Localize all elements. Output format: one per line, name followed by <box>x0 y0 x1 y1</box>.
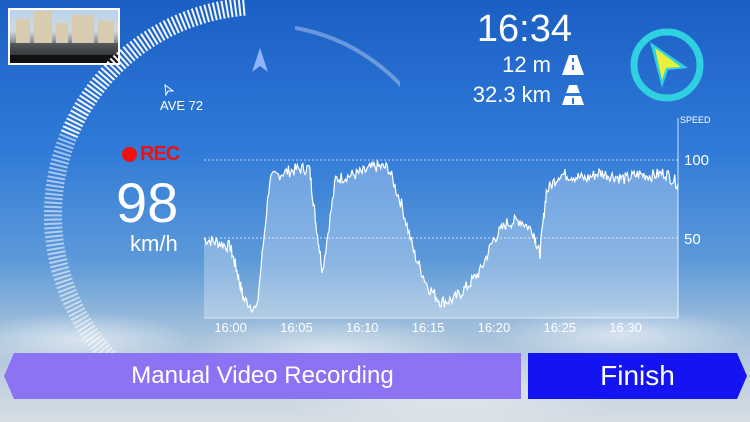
recording-indicator: REC <box>122 143 180 166</box>
distance-total-row: 32.3 km <box>473 82 585 108</box>
y-tick-50: 50 <box>684 231 701 248</box>
distance-near: 12 m <box>502 52 551 77</box>
average-speed-label: AVE 72 <box>160 98 204 113</box>
manual-video-recording-label: Manual Video Recording <box>131 362 394 389</box>
speed-unit: km/h <box>130 231 178 256</box>
current-speed: 98 <box>116 171 179 234</box>
x-tick-label: 16:10 <box>346 320 379 335</box>
distance-total: 32.3 km <box>472 82 551 107</box>
x-tick-label: 16:25 <box>544 320 577 335</box>
finish-label: Finish <box>600 360 675 391</box>
road-icon <box>562 55 584 75</box>
x-tick-label: 16:15 <box>412 320 445 335</box>
recording-label: REC <box>140 143 180 165</box>
x-tick-label: 16:05 <box>280 320 313 335</box>
distance-near-row: 12 m <box>502 52 585 78</box>
x-tick-label: 16:20 <box>478 320 511 335</box>
finish-button[interactable]: Finish <box>528 353 747 399</box>
speed-limit-arrow-icon <box>164 84 174 96</box>
highway-icon <box>562 85 584 105</box>
compass-arrow-icon[interactable] <box>628 26 706 104</box>
x-tick-label: 16:00 <box>214 320 247 335</box>
y-tick-100: 100 <box>684 152 709 169</box>
record-dot-icon <box>122 147 137 162</box>
manual-video-recording-button[interactable]: Manual Video Recording <box>4 353 521 399</box>
x-tick-label: 16:30 <box>609 320 642 335</box>
speed-area <box>204 160 678 318</box>
y-axis-label: SPEED <box>680 115 711 125</box>
current-time: 16:34 <box>476 8 572 50</box>
